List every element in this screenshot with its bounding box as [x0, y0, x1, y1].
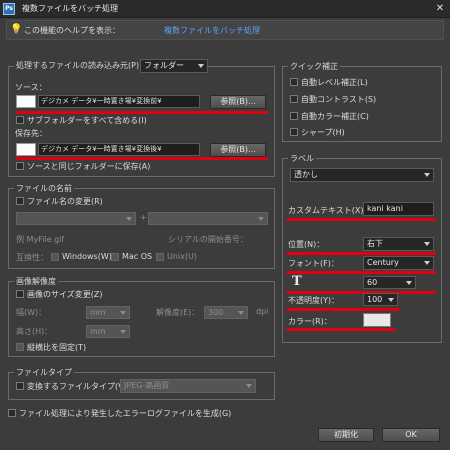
height-label: 高さ(H)： [16, 327, 53, 336]
font-select[interactable]: Century [363, 256, 434, 270]
text-size-icon: T [292, 274, 302, 289]
dest-path-field[interactable]: デジカメ データ¥一時置き場¥変換後¥ [38, 143, 200, 156]
font-underline [286, 271, 436, 274]
include-subfolders-checkbox[interactable] [16, 116, 24, 124]
position-select[interactable]: 右下 [363, 237, 434, 251]
dest-swatch [16, 143, 36, 156]
source-swatch [16, 95, 36, 108]
source-type-select[interactable]: フォルダー [140, 59, 208, 73]
custom-text-input[interactable]: kani kani [363, 202, 434, 216]
resize-group-title: 画像解像度 [14, 276, 58, 287]
size-select[interactable]: 60 [363, 276, 416, 289]
resize-label: 画像のサイズ変更(Z) [27, 290, 103, 299]
dpi-label: dpi [256, 307, 269, 316]
quickfix-group-title: クイック補正 [288, 61, 340, 72]
app-icon: Ps [3, 3, 15, 15]
width-unit-select[interactable]: mm [86, 306, 130, 319]
width-label: 幅(W)： [16, 308, 47, 317]
auto-contrast-checkbox[interactable] [290, 95, 298, 103]
constrain-label: 縦横比を固定(T) [27, 343, 87, 352]
rename-label: ファイル名の変更(R) [27, 197, 103, 206]
close-icon[interactable]: ✕ [433, 2, 447, 16]
resize-checkbox[interactable] [16, 290, 24, 298]
color-label: カラー(R)： [288, 317, 332, 326]
size-underline [286, 291, 436, 294]
filetype-select[interactable]: JPEG-高画質 [120, 379, 256, 393]
opacity-select[interactable]: 100 [363, 293, 398, 306]
serial-start-label: シリアルの開始番号： [168, 235, 248, 244]
rename-select-1[interactable] [16, 212, 136, 225]
rename-select-2[interactable] [148, 212, 268, 225]
position-underline [286, 252, 436, 255]
same-folder-label: ソースと同じフォルダーに保存(A) [27, 162, 151, 171]
color-underline [286, 328, 396, 331]
custom-text-underline [286, 218, 436, 221]
filetype-group-title: ファイルタイプ [14, 367, 74, 378]
help-link[interactable]: 複数ファイルをバッチ処理 [164, 25, 260, 36]
macos-checkbox[interactable] [111, 253, 119, 261]
sharpen-checkbox[interactable] [290, 128, 298, 136]
reset-button[interactable]: 初期化 [318, 428, 374, 442]
windows-label: Windows(W) [62, 252, 112, 261]
source-underline [16, 111, 268, 114]
same-folder-checkbox[interactable] [16, 162, 24, 170]
source-browse-button[interactable]: 参照(B)... [210, 95, 266, 109]
dest-underline [16, 157, 268, 160]
auto-color-checkbox[interactable] [290, 112, 298, 120]
plus-sign: + [140, 213, 147, 222]
ok-button[interactable]: OK [382, 428, 440, 442]
filename-example: 例 MyFile.gif [16, 235, 65, 244]
windows-checkbox[interactable] [51, 253, 59, 261]
include-subfolders-label: サブフォルダーをすべて含める(I) [27, 116, 147, 125]
auto-levels-label: 自動レベル補正(L) [301, 78, 368, 87]
error-log-label: ファイル処理により発生したエラーログファイルを生成(G) [19, 409, 232, 418]
constrain-checkbox[interactable] [16, 343, 24, 351]
auto-contrast-label: 自動コントラスト(S) [301, 95, 377, 104]
filename-group-title: ファイルの名前 [14, 183, 74, 194]
font-label: フォント(F)： [288, 259, 339, 268]
height-unit-select[interactable]: mm [86, 325, 130, 338]
custom-text-label: カスタムテキスト(X)： [288, 206, 372, 215]
label-group-title: ラベル [288, 153, 316, 164]
auto-levels-checkbox[interactable] [290, 78, 298, 86]
resolution-select[interactable]: 300 [204, 306, 248, 319]
macos-label: Mac OS [122, 252, 153, 261]
opacity-label: 不透明度(Y)： [288, 296, 340, 305]
help-text: この機能のヘルプを表示： [24, 26, 120, 35]
color-swatch[interactable] [363, 313, 391, 327]
lightbulb-icon: 💡 [10, 24, 23, 35]
rename-checkbox[interactable] [16, 197, 24, 205]
auto-color-label: 自動カラー補正(C) [301, 112, 369, 121]
dest-browse-button[interactable]: 参照(B)... [210, 143, 266, 157]
unix-label: Unix(U) [167, 252, 197, 261]
resolution-label: 解像度(E)： [156, 308, 200, 317]
dest-label: 保存先： [15, 129, 47, 138]
source-path-field[interactable]: デジカメ データ¥一時置き場¥変換前¥ [38, 95, 200, 108]
convert-label: 変換するファイルタイプ(V) [27, 382, 127, 391]
opacity-underline [286, 308, 400, 311]
unix-checkbox[interactable] [156, 253, 164, 261]
sharpen-label: シャープ(H) [301, 128, 345, 137]
convert-checkbox[interactable] [16, 382, 24, 390]
compat-label: 互換性： [16, 253, 48, 262]
window-title: 複数ファイルをバッチ処理 [22, 4, 118, 13]
source-group-title: 処理するファイルの読み込み元(P)： [14, 60, 150, 71]
error-log-checkbox[interactable] [8, 409, 16, 417]
source-label: ソース： [15, 83, 47, 92]
position-label: 位置(N)： [288, 240, 325, 249]
